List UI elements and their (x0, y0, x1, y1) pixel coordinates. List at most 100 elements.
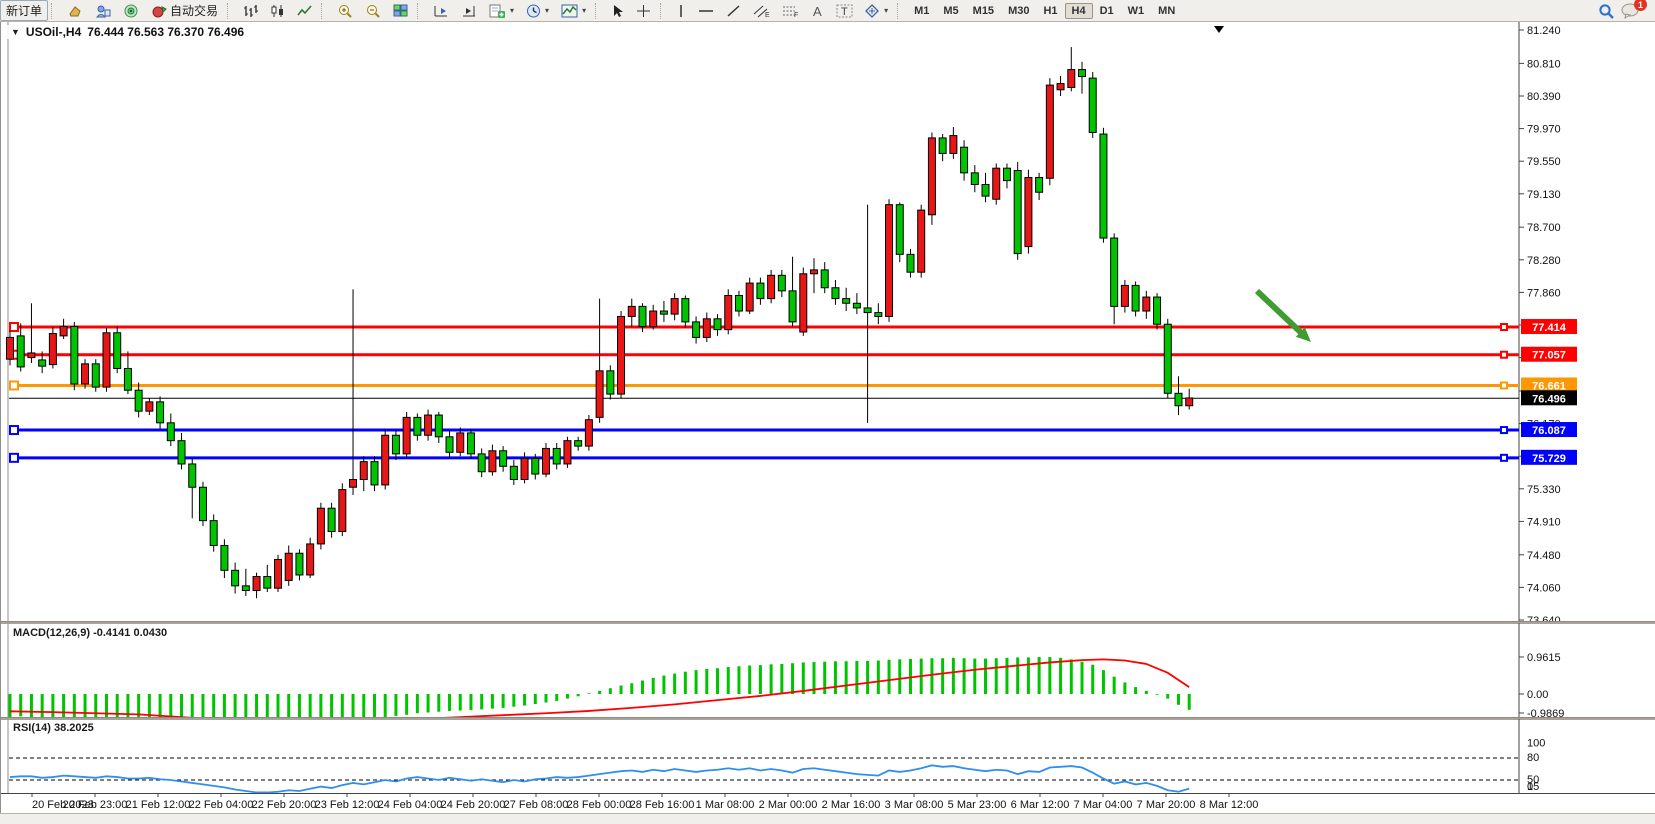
time-axis[interactable]: 20 Feb 202320 Feb 23:0021 Feb 12:0022 Fe… (1, 793, 1655, 813)
chevron-down-icon: ▾ (884, 6, 888, 15)
svg-text:21 Feb 12:00: 21 Feb 12:00 (126, 799, 191, 811)
new-chart-button[interactable]: ▾ (483, 0, 520, 21)
svg-text:75.729: 75.729 (1532, 453, 1566, 465)
tf-m5[interactable]: M5 (936, 3, 965, 19)
horizontal-line-button[interactable] (692, 0, 720, 21)
toolbar-separator (595, 3, 602, 19)
period-button[interactable]: ▾ (520, 0, 555, 21)
svg-text:80: 80 (1527, 752, 1539, 764)
chart-shift-button[interactable] (455, 0, 483, 21)
cursor-button[interactable] (605, 0, 630, 21)
svg-text:78.280: 78.280 (1527, 255, 1561, 267)
svg-text:24 Feb 04:00: 24 Feb 04:00 (378, 799, 443, 811)
svg-text:28 Feb 00:00: 28 Feb 00:00 (567, 799, 632, 811)
equidistant-channel-icon: E (753, 4, 770, 18)
equidistant-channel-button[interactable]: E (747, 0, 776, 21)
toolbar-separator (227, 3, 234, 19)
indicators-icon (561, 4, 578, 18)
chart-ohlc-readout: 76.444 76.563 76.370 76.496 (87, 25, 244, 39)
tf-d1[interactable]: D1 (1093, 3, 1121, 19)
auto-trading-label: 自动交易 (170, 2, 218, 19)
tf-m15[interactable]: M15 (966, 3, 1001, 19)
svg-text:77.057: 77.057 (1532, 350, 1566, 362)
svg-text:77.860: 77.860 (1527, 287, 1561, 299)
crosshair-icon (636, 4, 651, 18)
tf-h4[interactable]: H4 (1065, 3, 1093, 19)
fibonacci-icon: F (782, 4, 799, 18)
tile-windows-button[interactable] (387, 0, 414, 21)
zoom-out-button[interactable] (359, 0, 387, 21)
tile-windows-icon (393, 4, 408, 18)
auto-trading-button[interactable]: 自动交易 (145, 0, 224, 21)
signals-icon (123, 4, 139, 18)
toolbar-separator (897, 3, 904, 19)
macd-panel[interactable]: 0.96150.00-0.9869 (1, 623, 1655, 717)
signals-button[interactable] (117, 0, 145, 21)
svg-text:23 Feb 12:00: 23 Feb 12:00 (315, 799, 380, 811)
svg-text:74.480: 74.480 (1527, 550, 1561, 562)
svg-text:76.087: 76.087 (1532, 425, 1566, 437)
svg-text:74.060: 74.060 (1527, 582, 1561, 594)
new-order-button[interactable]: 新订单 (0, 0, 48, 21)
svg-text:78.700: 78.700 (1527, 222, 1561, 234)
fibonacci-button[interactable]: F (776, 0, 805, 21)
history-icon (67, 4, 83, 18)
candlestick-chart-icon (270, 4, 285, 18)
svg-text:7 Mar 20:00: 7 Mar 20:00 (1137, 799, 1196, 811)
line-chart-button[interactable] (291, 0, 318, 21)
chart-dropdown-icon[interactable]: ▼ (11, 27, 20, 37)
bar-chart-button[interactable] (237, 0, 264, 21)
svg-text:0.9615: 0.9615 (1527, 652, 1561, 664)
tf-w1[interactable]: W1 (1121, 3, 1152, 19)
zoom-in-button[interactable] (331, 0, 359, 21)
chart-title-bar: ▼ USOil-,H4 76.444 76.563 76.370 76.496 (7, 25, 248, 39)
zoom-out-icon (365, 4, 381, 18)
rsi-panel[interactable]: 1008050150 (1, 719, 1655, 793)
main-toolbar: 新订单 自动交易 ▾ ▾ (0, 0, 1655, 22)
svg-text:5 Mar 23:00: 5 Mar 23:00 (948, 799, 1007, 811)
svg-text:A: A (813, 4, 822, 18)
toolbar-separator (417, 3, 424, 19)
text-button[interactable]: A (805, 0, 830, 21)
svg-text:74.910: 74.910 (1527, 516, 1561, 528)
crosshair-button[interactable] (630, 0, 657, 21)
indicators-button[interactable]: ▾ (555, 0, 592, 21)
zoom-in-icon (337, 4, 353, 18)
svg-text:79.130: 79.130 (1527, 189, 1561, 201)
svg-text:E: E (765, 12, 770, 18)
tf-m30[interactable]: M30 (1001, 3, 1036, 19)
trend-line-icon (726, 4, 741, 18)
profile-icon (95, 4, 111, 18)
text-label-button[interactable]: T (830, 0, 859, 21)
svg-text:2 Mar 16:00: 2 Mar 16:00 (822, 799, 881, 811)
svg-text:27 Feb 08:00: 27 Feb 08:00 (504, 799, 569, 811)
svg-text:28 Feb 16:00: 28 Feb 16:00 (630, 799, 695, 811)
auto-trading-icon (151, 4, 167, 18)
new-chart-icon (489, 4, 506, 18)
svg-text:77.414: 77.414 (1532, 322, 1567, 334)
svg-text:81.240: 81.240 (1527, 25, 1561, 37)
tf-mn[interactable]: MN (1151, 3, 1182, 19)
shapes-button[interactable]: ▾ (859, 0, 894, 21)
svg-text:100: 100 (1527, 737, 1545, 749)
svg-text:3 Mar 08:00: 3 Mar 08:00 (885, 799, 944, 811)
svg-text:F: F (794, 12, 798, 18)
vertical-line-icon (676, 4, 686, 18)
svg-text:20 Feb 23:00: 20 Feb 23:00 (63, 799, 128, 811)
history-button[interactable] (61, 0, 89, 21)
auto-scroll-button[interactable] (427, 0, 455, 21)
svg-text:24 Feb 20:00: 24 Feb 20:00 (441, 799, 506, 811)
svg-text:2 Mar 00:00: 2 Mar 00:00 (759, 799, 818, 811)
text-label-icon: T (836, 4, 853, 18)
candlestick-chart-button[interactable] (264, 0, 291, 21)
vertical-line-button[interactable] (670, 0, 692, 21)
trend-line-button[interactable] (720, 0, 747, 21)
main-price-chart[interactable]: 81.24080.81080.39079.97079.55079.13078.7… (1, 22, 1655, 621)
svg-text:79.970: 79.970 (1527, 124, 1561, 136)
search-button[interactable] (1592, 0, 1621, 21)
profile-button[interactable] (89, 0, 117, 21)
clock-icon (526, 4, 541, 18)
tf-m1[interactable]: M1 (907, 3, 936, 19)
chat-button[interactable]: 1 (1621, 2, 1641, 19)
tf-h1[interactable]: H1 (1036, 3, 1064, 19)
